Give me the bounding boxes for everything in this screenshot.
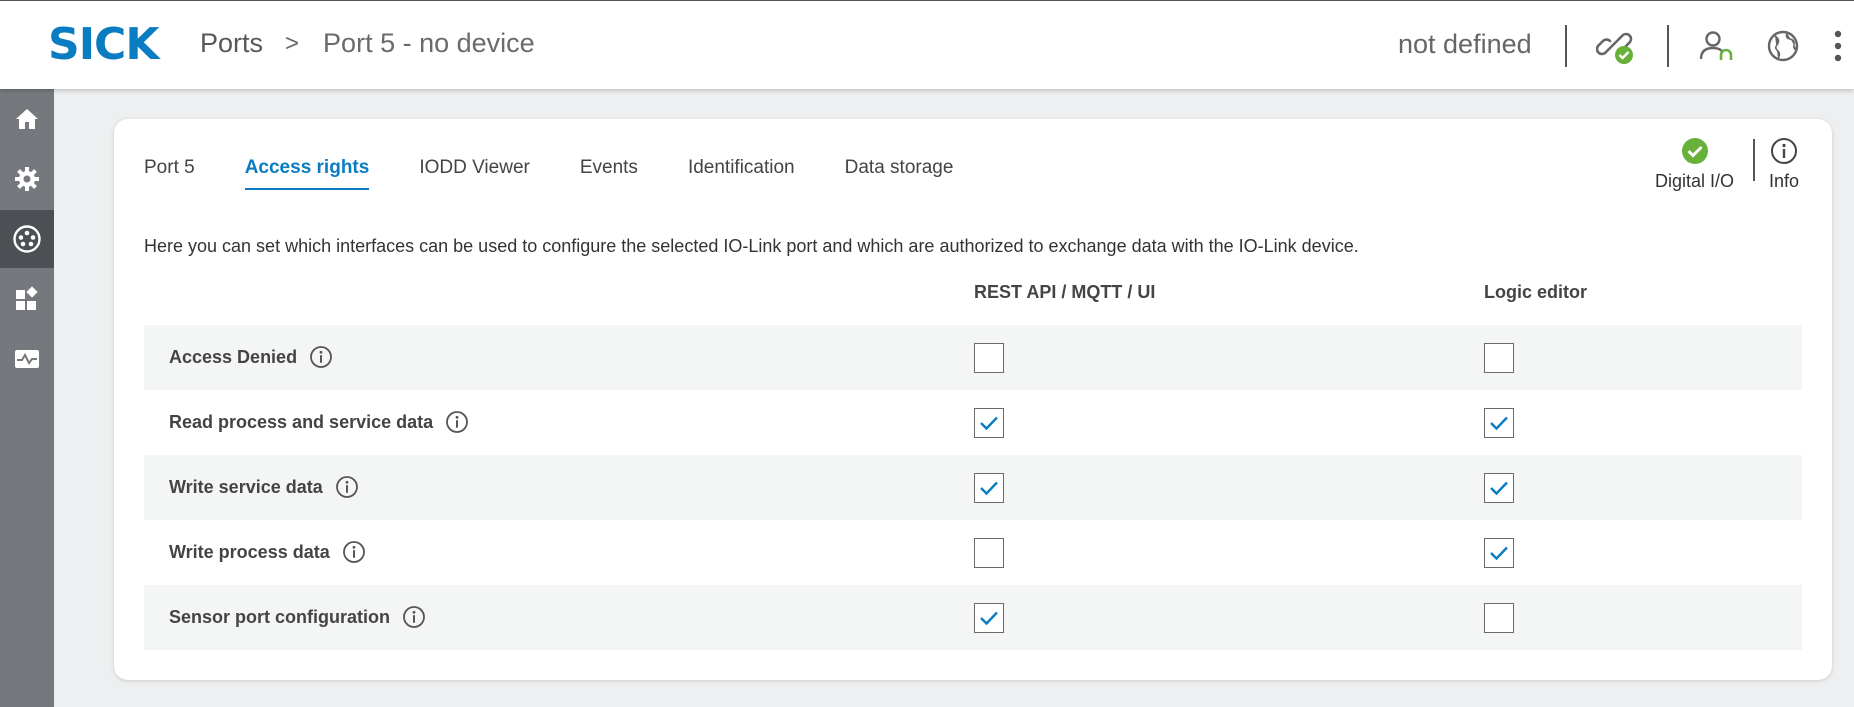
check-circle-icon [1681,138,1708,164]
port-mode-status: Digital I/O [1655,137,1734,192]
header-divider [1565,25,1567,67]
tab-data-storage[interactable]: Data storage [845,157,954,190]
breadcrumb-separator: > [285,29,300,57]
breadcrumb-ports-link[interactable]: Ports [200,28,263,59]
sidebar [0,89,54,707]
tab-bar: Port 5 Access rights IODD Viewer Events … [144,157,1003,190]
row-label-text: Sensor port configuration [169,606,391,627]
io-link-ports-icon [13,225,41,253]
gear-icon [15,167,39,191]
tab-events[interactable]: Events [580,157,638,190]
access-rights-description: Here you can set which interfaces can be… [144,236,1359,256]
row-label-text: Write process data [169,541,330,562]
table-row: Sensor port configuration [144,585,1802,650]
globe-icon[interactable] [1763,26,1803,66]
info-label: Info [1769,171,1800,191]
sidebar-item-ports[interactable] [0,210,54,268]
table-row: Write service data [144,455,1802,520]
access-rights-table: Access Denied Read process and service d… [144,325,1802,650]
more-vertical-icon[interactable] [1818,26,1854,66]
column-header-rest-api: REST API / MQTT / UI [974,282,1156,302]
checkbox-logic-editor[interactable] [1484,408,1514,438]
port-settings-card: Port 5 Access rights IODD Viewer Events … [114,119,1832,680]
row-label-text: Write service data [169,476,323,497]
info-icon[interactable] [342,540,366,564]
table-row: Write process data [144,520,1802,585]
breadcrumb: Ports > Port 5 - no device [200,28,535,59]
port-mode-label: Digital I/O [1655,171,1735,191]
row-label: Write service data [169,475,359,499]
breadcrumb-current: Port 5 - no device [323,28,535,58]
user-icon[interactable] [1697,26,1737,66]
user-status-text[interactable]: not defined [1398,29,1532,60]
row-label: Read process and service data [169,410,469,434]
table-row: Access Denied [144,325,1802,390]
sidebar-item-home[interactable] [0,90,54,148]
column-header-logic-editor: Logic editor [1484,282,1587,302]
checkbox-rest-api[interactable] [974,343,1004,373]
checkbox-rest-api[interactable] [974,603,1004,633]
tab-port-5[interactable]: Port 5 [144,157,195,190]
header-divider [1667,25,1669,67]
info-button[interactable]: Info [1769,137,1799,192]
pulse-monitor-icon [15,350,39,368]
row-label-text: Access Denied [169,346,298,367]
info-icon[interactable] [402,605,426,629]
checkbox-logic-editor[interactable] [1484,343,1514,373]
info-icon [1771,138,1798,164]
checkbox-rest-api[interactable] [974,408,1004,438]
checkbox-rest-api[interactable] [974,473,1004,503]
link-connected-icon[interactable] [1596,26,1636,66]
tab-iodd-viewer[interactable]: IODD Viewer [419,157,530,190]
sidebar-item-apps[interactable] [0,270,54,328]
table-row: Read process and service data [144,390,1802,455]
row-label-text: Read process and service data [169,411,434,432]
checkbox-logic-editor[interactable] [1484,603,1514,633]
tab-identification[interactable]: Identification [688,157,795,190]
info-icon[interactable] [335,475,359,499]
checkbox-logic-editor[interactable] [1484,538,1514,568]
info-icon[interactable] [309,345,333,369]
sidebar-item-settings[interactable] [0,150,54,208]
home-icon [16,109,38,129]
checkbox-rest-api[interactable] [974,538,1004,568]
sick-logo[interactable]: SICK [48,23,159,67]
top-header: SICK Ports > Port 5 - no device not defi… [0,0,1854,89]
row-label: Sensor port configuration [169,605,426,629]
row-label: Write process data [169,540,366,564]
checkbox-logic-editor[interactable] [1484,473,1514,503]
info-icon[interactable] [445,410,469,434]
sidebar-item-monitoring[interactable] [0,330,54,388]
apps-icon [16,286,38,310]
tab-access-rights[interactable]: Access rights [244,157,370,190]
status-divider [1753,139,1755,181]
row-label: Access Denied [169,345,333,369]
